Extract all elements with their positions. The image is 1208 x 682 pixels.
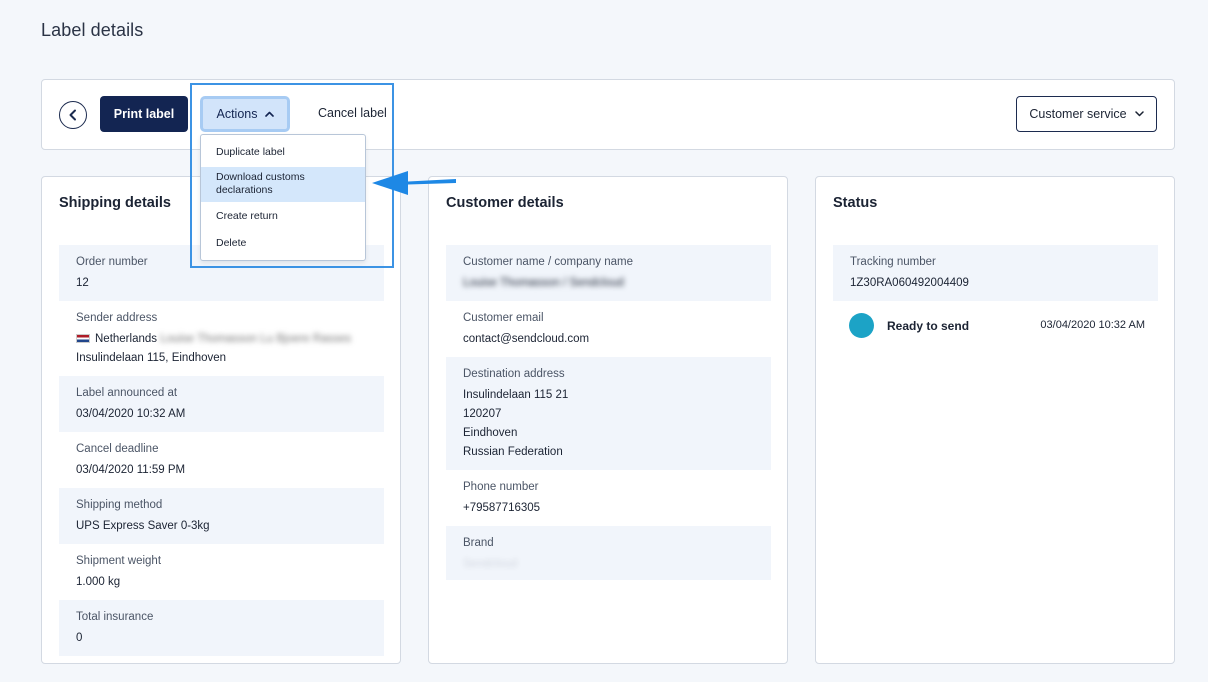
- sender-street: Insulindelaan 115, Eindhoven: [76, 352, 227, 364]
- label-announced-label: Label announced at: [76, 387, 178, 399]
- annotation-arrow-icon: [372, 171, 456, 195]
- menu-item-create-return[interactable]: Create return: [201, 210, 365, 223]
- menu-item-download-line2: declarations: [216, 184, 273, 196]
- brand-row: Brand Sendcloud: [446, 526, 771, 580]
- customer-service-button[interactable]: Customer service: [1016, 96, 1157, 132]
- customer-email-label: Customer email: [463, 312, 544, 324]
- status-entry: Ready to send 03/04/2020 10:32 AM: [849, 313, 1145, 339]
- destination-line1: Insulindelaan 115 21: [463, 389, 569, 401]
- page-title: Label details: [41, 20, 144, 40]
- customer-service-label: Customer service: [1029, 107, 1127, 121]
- cancel-label-button[interactable]: Cancel label: [318, 106, 387, 120]
- destination-line2: 120207: [463, 408, 502, 420]
- customer-email-row: Customer email contact@sendcloud.com: [446, 301, 771, 357]
- destination-address-row: Destination address Insulindelaan 115 21…: [446, 357, 771, 470]
- shipping-details-title: Shipping details: [59, 195, 171, 211]
- total-insurance-row: Total insurance 0: [59, 600, 384, 656]
- shipment-weight-value: 1.000 kg: [76, 576, 121, 588]
- netherlands-flag-icon: [76, 334, 90, 343]
- customer-name-row: Customer name / company name Louise Thom…: [446, 245, 771, 301]
- order-number-value: 12: [76, 277, 89, 289]
- sender-address-line1: Netherlands Louise Thomasson Lu Bjoere R…: [76, 330, 367, 349]
- print-label-button[interactable]: Print label: [100, 96, 188, 132]
- status-title: Status: [833, 195, 878, 211]
- customer-details-card: Customer details Customer name / company…: [428, 176, 788, 664]
- chevron-left-icon: [69, 109, 76, 121]
- shipping-method-row: Shipping method UPS Express Saver 0-3kg: [59, 488, 384, 544]
- menu-item-download-line1: Download customs: [216, 171, 305, 183]
- tracking-number-link[interactable]: 1Z30RA060492004409: [850, 274, 1141, 293]
- shipping-method-label: Shipping method: [76, 499, 163, 511]
- customer-name-redacted: Louise Thomasson / Sendcloud: [463, 277, 624, 289]
- label-announced-row: Label announced at 03/04/2020 10:32 AM: [59, 376, 384, 432]
- sender-country: Netherlands: [95, 333, 158, 345]
- shipment-weight-label: Shipment weight: [76, 555, 162, 567]
- total-insurance-value: 0: [76, 632, 83, 644]
- sender-address-label: Sender address: [76, 312, 158, 324]
- brand-label: Brand: [463, 537, 494, 549]
- chevron-down-icon: [1134, 111, 1144, 117]
- customer-name-label: Customer name / company name: [463, 256, 634, 268]
- status-card: Status Tracking number 1Z30RA06049200440…: [815, 176, 1175, 664]
- shipping-method-value: UPS Express Saver 0-3kg: [76, 520, 210, 532]
- menu-item-duplicate-label[interactable]: Duplicate label: [201, 146, 365, 159]
- cancel-deadline-label: Cancel deadline: [76, 443, 159, 455]
- status-state: Ready to send: [887, 319, 970, 333]
- label-announced-value: 03/04/2020 10:32 AM: [76, 408, 186, 420]
- actions-button-label: Actions: [216, 107, 258, 121]
- actions-dropdown-menu: Duplicate label Download customs declara…: [200, 134, 366, 261]
- sender-address-row: Sender address Netherlands Louise Thomas…: [59, 301, 384, 376]
- tracking-number-row: Tracking number 1Z30RA060492004409: [833, 245, 1158, 301]
- cancel-deadline-value: 03/04/2020 11:59 PM: [76, 464, 186, 476]
- actions-button[interactable]: Actions: [200, 96, 290, 132]
- total-insurance-label: Total insurance: [76, 611, 154, 623]
- chevron-up-icon: [264, 111, 274, 117]
- customer-email-value: contact@sendcloud.com: [463, 333, 590, 345]
- phone-number-row: Phone number +79587716305: [446, 470, 771, 526]
- cancel-deadline-row: Cancel deadline 03/04/2020 11:59 PM: [59, 432, 384, 488]
- brand-redacted: Sendcloud: [463, 558, 518, 570]
- destination-address-label: Destination address: [463, 368, 565, 380]
- phone-number-label: Phone number: [463, 481, 539, 493]
- sender-name-redacted: Louise Thomasson Lu Bjoere Rasses: [160, 333, 352, 345]
- customer-details-title: Customer details: [446, 195, 564, 211]
- tracking-number-label: Tracking number: [850, 256, 936, 268]
- back-button[interactable]: [59, 101, 87, 129]
- destination-line4: Russian Federation: [463, 446, 563, 458]
- phone-number-value: +79587716305: [463, 502, 541, 514]
- menu-item-delete[interactable]: Delete: [201, 237, 365, 250]
- shipment-weight-row: Shipment weight 1.000 kg: [59, 544, 384, 600]
- menu-item-download-customs-declarations[interactable]: Download customs declarations: [201, 167, 365, 202]
- destination-line3: Eindhoven: [463, 427, 518, 439]
- status-dot-icon: [849, 313, 874, 338]
- status-timestamp: 03/04/2020 10:32 AM: [1040, 319, 1145, 331]
